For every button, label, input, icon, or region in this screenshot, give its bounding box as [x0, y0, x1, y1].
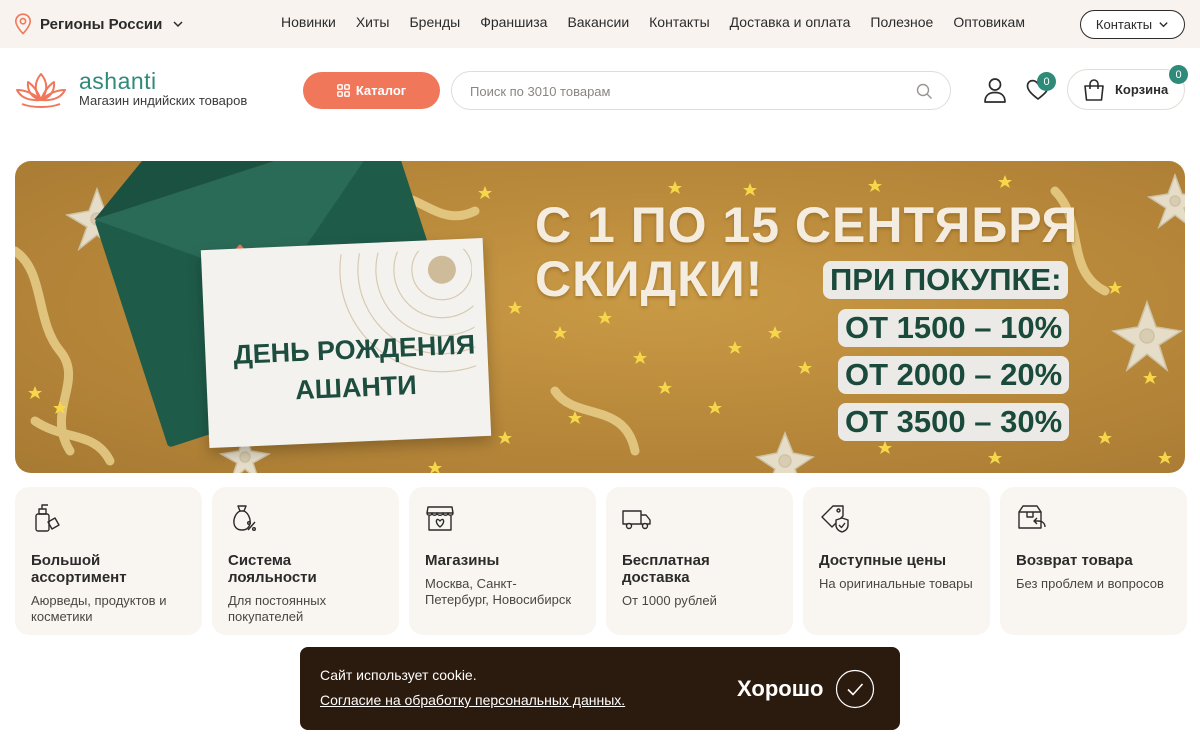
favorites-button[interactable]: 0	[1024, 70, 1058, 106]
search-bar	[451, 71, 951, 110]
feature-title: Магазины	[425, 552, 500, 569]
contacts-dropdown-button[interactable]: Контакты	[1080, 10, 1185, 39]
promo-subhead: ПРИ ПОКУПКЕ:	[823, 261, 1069, 299]
catalog-button-label: Каталог	[355, 83, 407, 98]
promo-headline: С 1 ПО 15 СЕНТЯБРЯ	[535, 197, 1079, 253]
price-tag-icon	[821, 505, 849, 533]
nav-link-contacts[interactable]: Контакты	[649, 14, 709, 30]
top-bar: Регионы России Новинки Хиты Бренды Франш…	[0, 0, 1200, 48]
chevron-down-icon	[173, 21, 183, 28]
feature-card-prices[interactable]: Доступные цены На оригинальные товары	[803, 487, 990, 635]
feature-title: Возврат товара	[1016, 552, 1133, 569]
brand-tagline: Магазин индийских товаров	[79, 93, 248, 108]
cookie-accept-label: Хорошо	[737, 676, 824, 701]
cart-button[interactable]: Корзина 0	[1067, 65, 1188, 110]
chevron-down-icon	[1159, 22, 1168, 28]
catalog-button[interactable]: Каталог	[303, 72, 440, 109]
privacy-consent-link[interactable]: Согласие на обработку персональных данны…	[320, 692, 625, 708]
feature-desc: Для постоянных покупателей	[228, 593, 327, 624]
feature-title: Большой ассортимент	[31, 552, 127, 586]
nav-link-franchise[interactable]: Франшиза	[480, 14, 547, 30]
check-circle-icon	[836, 669, 875, 709]
lotus-logo-icon	[16, 73, 66, 108]
nav-link-vacancies[interactable]: Вакансии	[567, 14, 629, 30]
discount-tier-1: ОТ 1500 – 10%	[838, 309, 1070, 347]
nav-link-delivery[interactable]: Доставка и оплата	[730, 14, 851, 30]
feature-desc: Аюрведы, продуктов и косметики	[31, 593, 167, 624]
discount-tier-3: ОТ 3500 – 30%	[838, 403, 1070, 441]
region-selector[interactable]: Регионы России	[14, 12, 184, 36]
feature-desc: На оригинальные товары	[819, 576, 973, 591]
search-input[interactable]	[470, 81, 900, 101]
nav-link-new[interactable]: Новинки	[281, 14, 336, 30]
user-icon[interactable]	[983, 77, 1007, 103]
card-title-line2: АШАНТИ	[294, 369, 418, 406]
cosmetics-bottle-icon	[35, 504, 60, 532]
nav-link-wholesale[interactable]: Оптовикам	[953, 14, 1025, 30]
promo-headline-discounts: СКИДКИ!	[535, 251, 764, 307]
return-box-icon	[1018, 505, 1046, 529]
feature-desc: От 1000 рублей	[622, 593, 717, 608]
feature-card-shops[interactable]: Магазины Москва, Санкт-Петербург, Новоси…	[409, 487, 596, 635]
favorites-count-badge: 0	[1037, 72, 1056, 91]
feature-card-loyalty[interactable]: Система лояльности Для постоянных покупа…	[212, 487, 399, 635]
discount-tier-2: ОТ 2000 – 20%	[838, 356, 1070, 394]
feature-title: Система лояльности	[228, 552, 317, 586]
features-row: Большой ассортимент Аюрведы, продуктов и…	[15, 487, 1187, 635]
delivery-truck-icon	[622, 510, 651, 530]
cookie-banner: Сайт использует cookie. Согласие на обра…	[300, 647, 900, 730]
nav-link-hits[interactable]: Хиты	[356, 14, 390, 30]
shop-icon	[426, 506, 454, 531]
brand-name: ashanti	[79, 68, 157, 94]
feature-title: Доступные цены	[819, 552, 947, 569]
region-label: Регионы России	[40, 15, 163, 33]
discount-bag-icon	[233, 505, 257, 532]
feature-card-returns[interactable]: Возврат товара Без проблем и вопросов	[1000, 487, 1187, 635]
feature-desc: Москва, Санкт-Петербург, Новосибирск	[425, 576, 572, 607]
site-logo[interactable]: ashanti Магазин индийских товаров	[14, 64, 284, 116]
feature-desc: Без проблем и вопросов	[1016, 576, 1164, 591]
promo-banner[interactable]: ДЕНЬ РОЖДЕНИЯ АШАНТИ С 1 ПО 15 СЕНТЯБРЯ …	[15, 161, 1185, 473]
feature-card-delivery[interactable]: Бесплатная доставка От 1000 рублей	[606, 487, 793, 635]
grid-icon	[336, 84, 350, 97]
search-icon[interactable]	[916, 83, 933, 100]
top-nav: Новинки Хиты Бренды Франшиза Вакансии Ко…	[281, 14, 1025, 30]
cookie-accept-button[interactable]: Хорошо	[737, 668, 875, 710]
feature-title: Бесплатная доставка	[622, 552, 710, 586]
nav-link-brands[interactable]: Бренды	[409, 14, 460, 30]
cookie-text: Сайт использует cookie.	[320, 667, 477, 683]
location-pin-icon	[14, 13, 32, 35]
contacts-button-label: Контакты	[1095, 17, 1153, 32]
nav-link-useful[interactable]: Полезное	[870, 14, 933, 30]
cart-count-badge: 0	[1169, 65, 1188, 84]
birthday-card: ДЕНЬ РОЖДЕНИЯ АШАНТИ	[200, 237, 492, 449]
feature-card-assortment[interactable]: Большой ассортимент Аюрведы, продуктов и…	[15, 487, 202, 635]
cart-label: Корзина	[1115, 82, 1169, 97]
shopping-bag-icon	[1084, 78, 1104, 101]
